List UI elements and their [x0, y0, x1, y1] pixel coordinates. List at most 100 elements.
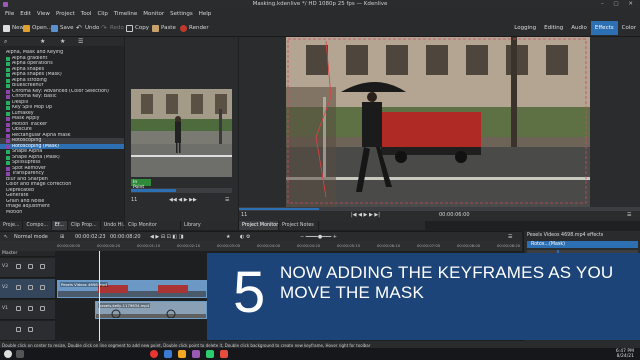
effect-label: Alpha operations	[12, 61, 53, 66]
effect-type-icon	[6, 128, 10, 132]
effect-label: Grain and Noise	[6, 198, 45, 204]
kdenlive-taskbar-icon[interactable]	[192, 350, 200, 358]
tab-project-notes[interactable]: Project Notes	[279, 221, 319, 230]
layout-audio[interactable]: Audio	[567, 21, 591, 35]
effect-rotoscoping-mask[interactable]: Rotos...(Mask)	[527, 241, 638, 248]
effect-category[interactable]: Motion	[0, 210, 124, 216]
zoom-slider[interactable]: − ━━━━●━━━ +	[300, 234, 337, 240]
timeline-clip-v2[interactable]: Pexels Videos 4698.mp4	[57, 280, 207, 298]
app-icon[interactable]	[178, 350, 186, 358]
app-icon[interactable]	[220, 350, 228, 358]
layout-editing[interactable]: Editing	[540, 21, 567, 35]
menu-tool[interactable]: Tool	[78, 9, 95, 17]
effects-icon[interactable]	[40, 285, 45, 290]
mute-icon[interactable]	[16, 327, 21, 332]
menu-edit[interactable]: Edit	[17, 9, 34, 17]
menu-icon[interactable]: ☰	[78, 38, 83, 45]
project-position-timecode[interactable]: 00:00:06:00	[439, 212, 470, 218]
new-button[interactable]: New	[3, 23, 24, 33]
search-icon[interactable]: ⌕	[4, 38, 7, 46]
paste-button[interactable]: Paste	[152, 23, 176, 33]
effects-icon[interactable]	[40, 264, 45, 269]
clip-monitor-menu-icon[interactable]: ☰	[225, 197, 229, 203]
audio-mixer-icon[interactable]: ◐ ⚙	[240, 234, 250, 240]
tab-project-monitor[interactable]: Project Monitor	[239, 221, 279, 230]
timeline-ruler[interactable]: 00:00:00:00 00:00:00:20 00:00:01:15 00:00:0…	[0, 241, 522, 251]
playhead[interactable]	[99, 251, 100, 341]
menu-help[interactable]: Help	[196, 9, 215, 17]
project-monitor-ruler[interactable]	[239, 207, 640, 211]
project-monitor-menu-icon[interactable]: ☰	[627, 212, 631, 218]
open-button[interactable]: Open...	[23, 23, 52, 33]
favorite-star-icon[interactable]: ★	[60, 38, 65, 45]
file-manager-icon[interactable]	[164, 350, 172, 358]
menu-settings[interactable]: Settings	[167, 9, 196, 17]
insert-icon[interactable]: ⊞	[60, 234, 64, 240]
copy-button[interactable]: Copy	[126, 23, 149, 33]
app-icon[interactable]	[206, 350, 214, 358]
edit-tool-icon[interactable]: ↖	[4, 234, 8, 240]
menu-project[interactable]: Project	[53, 9, 78, 17]
tab-clip-properties[interactable]: Clip Prop...	[68, 221, 101, 230]
redo-button[interactable]: ↷ Redo	[101, 23, 124, 33]
clip-monitor-video[interactable]	[131, 89, 232, 177]
layout-switcher: Logging Editing Audio Effects Color	[510, 21, 640, 35]
timeline-duration: 00:00:08:20	[110, 234, 141, 240]
start-menu-icon[interactable]	[4, 350, 12, 358]
project-monitor-video[interactable]	[286, 37, 590, 207]
lock-icon[interactable]	[28, 264, 33, 269]
project-monitor-timecode[interactable]: 11	[241, 212, 247, 218]
tab-clip-monitor[interactable]: Clip Monitor	[125, 221, 181, 230]
tutorial-caption: 5 NOW ADDING THE KEYFRAMES AS YOU MOVE T…	[207, 253, 640, 340]
lock-icon[interactable]	[28, 306, 33, 311]
tab-compositions[interactable]: Compo...	[23, 221, 52, 230]
render-button[interactable]: Render	[180, 23, 209, 33]
clip-monitor: In Point 11 ◀◀ ◀ ▶ ▶▶ ☰	[125, 37, 238, 221]
timeline-menu-icon[interactable]: ☰	[508, 234, 512, 240]
lock-icon[interactable]	[28, 285, 33, 290]
track-header-v3[interactable]: V3	[0, 258, 55, 278]
menu-file[interactable]: File	[2, 9, 17, 17]
timeline-timecode[interactable]: 00:00:02:23	[75, 234, 106, 240]
track-visibility-icon[interactable]	[16, 306, 21, 311]
clip-monitor-timecode[interactable]: 11	[131, 197, 137, 203]
undo-button[interactable]: ↶ Undo	[76, 23, 99, 33]
timeline-clip-v1[interactable]: pexels-kelly-1179634.mp4	[95, 301, 207, 319]
timeline-mode-select[interactable]: Normal mode	[14, 234, 48, 240]
save-icon	[51, 24, 58, 32]
layout-effects[interactable]: Effects	[590, 21, 618, 35]
effect-item[interactable]: Transparency	[0, 171, 124, 177]
clip-transport-buttons[interactable]: ◀◀ ◀ ▶ ▶▶	[169, 197, 197, 203]
track-header-a1[interactable]	[0, 321, 55, 341]
effect-label: Alpha strobing	[12, 77, 47, 83]
effects-icon[interactable]	[40, 306, 45, 311]
tab-effects[interactable]: Ef...	[51, 221, 68, 230]
favorite-effects-icon[interactable]: ★	[226, 234, 230, 240]
clip-monitor-ruler[interactable]	[131, 188, 232, 193]
menu-timeline[interactable]: Timeline	[111, 9, 140, 17]
menu-clip[interactable]: Clip	[94, 9, 110, 17]
vivaldi-browser-icon[interactable]	[150, 350, 158, 358]
lock-icon[interactable]	[28, 327, 33, 332]
star-icon[interactable]: ★	[40, 38, 45, 45]
tool-icons[interactable]: ◀ ▶ ⊟ ⊡ ◧ ◨	[150, 234, 183, 240]
layout-color[interactable]: Color	[618, 21, 640, 35]
system-clock[interactable]: 6:47 PM 8/24/21	[616, 349, 634, 359]
effect-type-icon	[6, 150, 10, 154]
master-track-header: Master	[0, 251, 55, 257]
layout-logging[interactable]: Logging	[510, 21, 540, 35]
tab-project-bin[interactable]: Proje...	[0, 221, 24, 230]
step-number: 5	[233, 260, 266, 325]
track-visibility-icon[interactable]	[16, 285, 21, 290]
window-controls[interactable]: – ▢ ✕	[601, 1, 637, 7]
track-header-v1[interactable]: V1	[0, 300, 55, 320]
menu-view[interactable]: View	[34, 9, 53, 17]
tab-library[interactable]: Library	[181, 221, 239, 230]
menu-monitor[interactable]: Monitor	[140, 9, 167, 17]
track-visibility-icon[interactable]	[16, 264, 21, 269]
project-transport-buttons[interactable]: |◀ ◀ ▶ ▶ ▶|	[351, 212, 380, 218]
window-title: Masking.kdenlive */ HD 1080p 25 fps — Kd…	[252, 1, 388, 7]
track-header-v2[interactable]: V2	[0, 279, 55, 299]
search-icon[interactable]	[16, 350, 24, 358]
save-button[interactable]: Save	[51, 23, 74, 33]
